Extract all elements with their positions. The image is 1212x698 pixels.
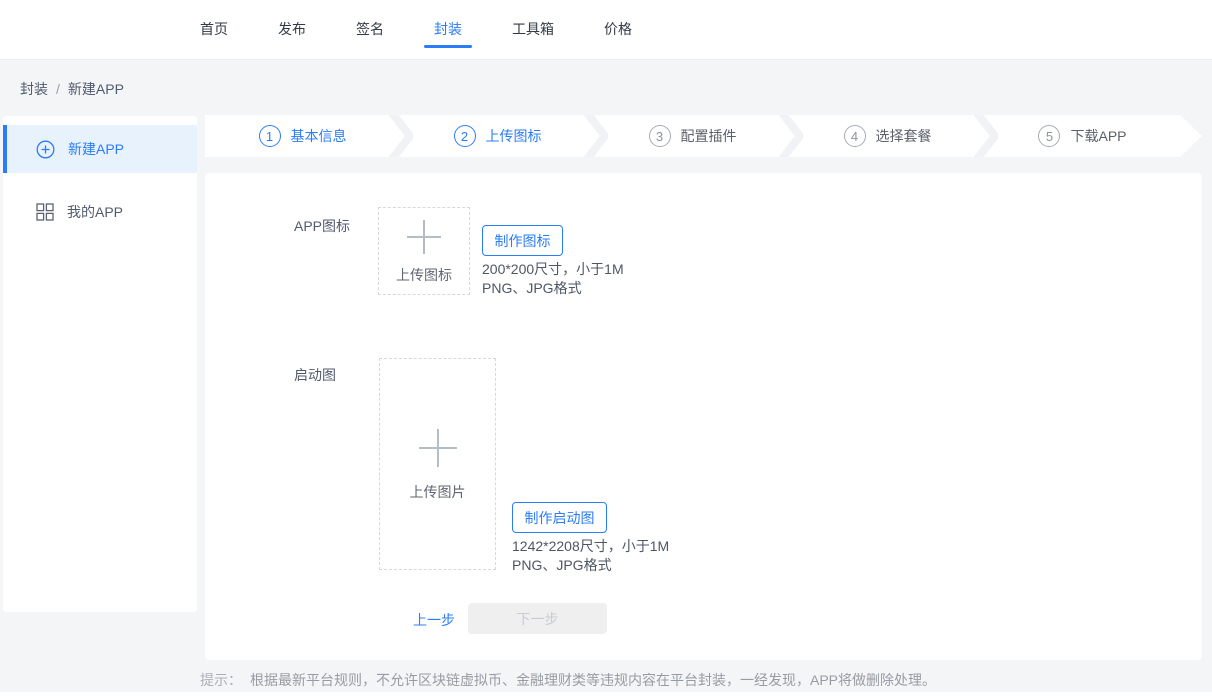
footer-tip-text: 根据最新平台规则，不允许区块链虚拟币、金融理财类等违规内容在平台封装，一经发现，…: [250, 672, 936, 688]
step-number: 2: [454, 125, 476, 147]
breadcrumb-section[interactable]: 封装: [20, 81, 48, 97]
step-number: 4: [844, 125, 866, 147]
launch-image-label: 启动图: [294, 365, 336, 385]
step-label: 基本信息: [291, 126, 347, 146]
steps-bar-arrow-end: [1180, 115, 1202, 157]
sidebar-item-label: 新建APP: [68, 139, 124, 159]
footer-tip: 提示： 根据最新平台规则，不允许区块链虚拟币、金融理财类等违规内容在平台封装，一经…: [200, 670, 936, 690]
footer-tip-label: 提示：: [200, 672, 242, 688]
upload-image-text: 上传图片: [410, 482, 466, 502]
step-number: 5: [1038, 125, 1060, 147]
step-configure-plugins: 3 配置插件: [595, 115, 790, 157]
previous-step-link[interactable]: 上一步: [413, 610, 455, 630]
step-basic-info: 1 基本信息: [205, 115, 400, 157]
step-select-plan: 4 选择套餐: [790, 115, 985, 157]
sidebar: 新建APP 我的APP: [3, 116, 197, 612]
step-label: 配置插件: [681, 126, 737, 146]
nav-item-publish[interactable]: 发布: [268, 0, 316, 60]
sidebar-item-new-app[interactable]: 新建APP: [3, 125, 197, 173]
app-icon-hint-line1: 200*200尺寸，小于1M: [482, 260, 624, 279]
launch-image-upload-box[interactable]: 上传图片: [379, 358, 496, 570]
sidebar-item-my-app[interactable]: 我的APP: [3, 188, 197, 236]
step-label: 选择套餐: [876, 126, 932, 146]
main-panel: APP图标 上传图标 制作图标 200*200尺寸，小于1M PNG、JPG格式…: [205, 173, 1202, 660]
step-label: 下载APP: [1070, 126, 1126, 146]
launch-image-hint-line2: PNG、JPG格式: [512, 556, 669, 575]
app-icon-hint: 200*200尺寸，小于1M PNG、JPG格式: [482, 260, 624, 298]
nav-item-toolbox[interactable]: 工具箱: [502, 0, 564, 60]
upload-icon-text: 上传图标: [396, 265, 452, 285]
nav-item-price[interactable]: 价格: [594, 0, 642, 60]
sidebar-item-label: 我的APP: [67, 202, 123, 222]
step-upload-icon: 2 上传图标: [400, 115, 595, 157]
plus-icon: [417, 427, 459, 469]
nav-item-sign[interactable]: 签名: [346, 0, 394, 60]
breadcrumb: 封装 / 新建APP: [20, 79, 124, 99]
breadcrumb-separator: /: [56, 81, 60, 97]
breadcrumb-current: 新建APP: [68, 81, 124, 97]
nav-item-package[interactable]: 封装: [424, 0, 472, 60]
next-step-button[interactable]: 下一步: [468, 603, 607, 634]
step-label: 上传图标: [486, 126, 542, 146]
make-icon-button[interactable]: 制作图标: [482, 225, 563, 256]
step-number: 1: [259, 125, 281, 147]
top-header: 首页 发布 签名 封装 工具箱 价格: [0, 0, 1212, 60]
plus-circle-icon: [36, 140, 55, 159]
bottom-strip: [0, 692, 1212, 698]
steps-bar: 1 基本信息 2 上传图标 3 配置插件 4 选择套餐 5 下载APP: [205, 115, 1202, 157]
launch-image-hint: 1242*2208尺寸，小于1M PNG、JPG格式: [512, 537, 669, 575]
app-icon-upload-box[interactable]: 上传图标: [378, 207, 470, 295]
main-nav: 首页 发布 签名 封装 工具箱 价格: [0, 0, 1212, 60]
nav-item-home[interactable]: 首页: [190, 0, 238, 60]
launch-image-hint-line1: 1242*2208尺寸，小于1M: [512, 537, 669, 556]
step-number: 3: [649, 125, 671, 147]
app-icon-hint-line2: PNG、JPG格式: [482, 279, 624, 298]
app-icon-label: APP图标: [294, 216, 350, 236]
make-launch-image-button[interactable]: 制作启动图: [512, 502, 607, 533]
plus-icon: [405, 218, 443, 256]
grid-icon: [36, 203, 54, 221]
step-download-app: 5 下载APP: [985, 115, 1180, 157]
